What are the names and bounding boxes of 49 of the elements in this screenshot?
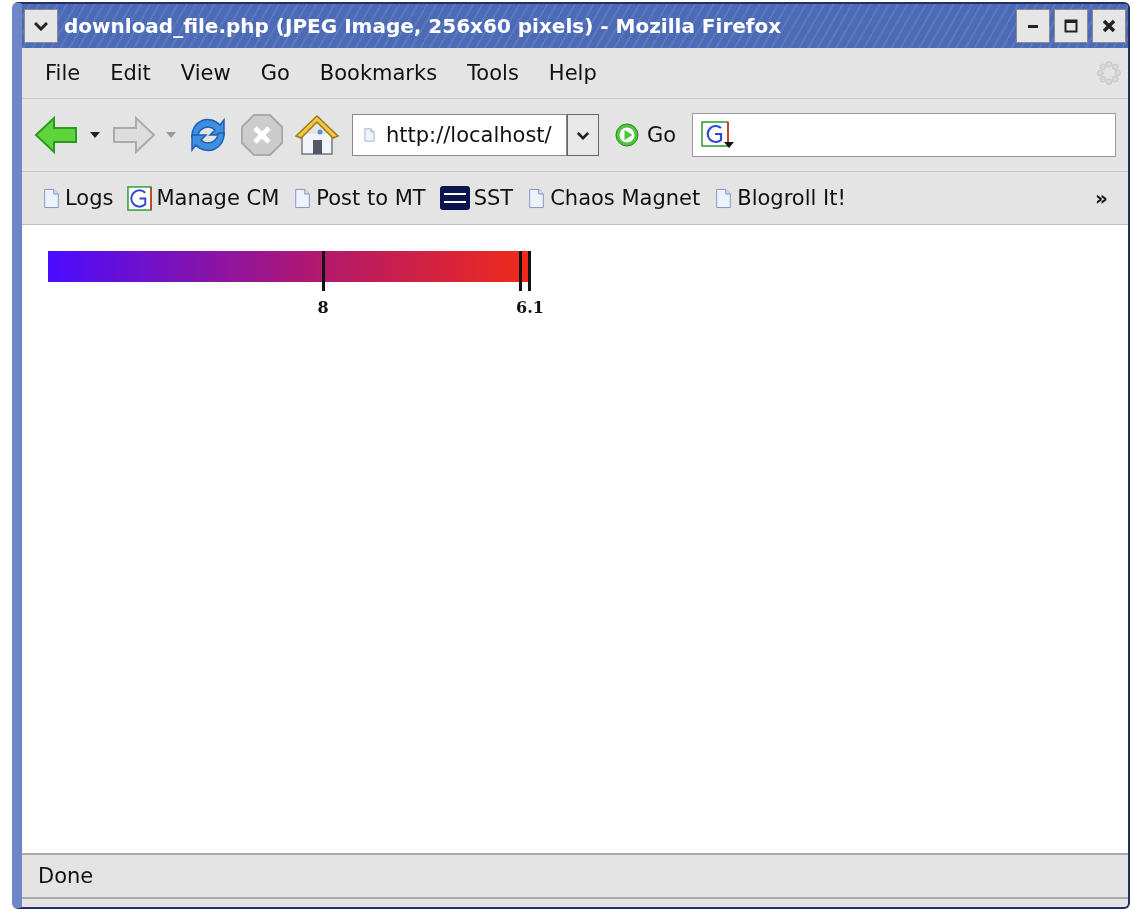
address-field[interactable]: http://localhost/ (352, 114, 567, 156)
bookmark-item[interactable]: Blogroll It! (714, 186, 856, 210)
status-text: Done (38, 864, 94, 888)
menu-item[interactable]: Edit (95, 61, 166, 85)
more-bookmarks-button[interactable]: » (1089, 185, 1114, 211)
home-button[interactable] (292, 112, 342, 158)
maximize-icon (1064, 19, 1078, 33)
chevron-down-icon (34, 21, 48, 31)
minimize-icon (1028, 24, 1038, 28)
bookmark-item[interactable]: Logs (42, 186, 124, 210)
page-icon (363, 125, 376, 145)
menu-item[interactable]: Go (245, 61, 305, 85)
go-button[interactable]: Go (605, 123, 687, 147)
search-field[interactable] (692, 113, 1116, 157)
left-arrow-icon (34, 115, 80, 155)
maximize-button[interactable] (1054, 9, 1088, 43)
menu-item[interactable]: File (30, 61, 96, 85)
window-title: download_file.php (JPEG Image, 256x60 pixels) - Mozilla Firefox (64, 14, 783, 38)
right-arrow-icon (110, 115, 156, 155)
back-menu-button[interactable] (88, 132, 102, 138)
menu-item[interactable]: Tools (452, 61, 534, 85)
tick-label: 6.1 (516, 298, 544, 317)
chevron-down-icon (577, 130, 589, 140)
close-button[interactable] (1092, 9, 1126, 43)
bookmark-item[interactable]: Chaos Magnet (527, 186, 711, 210)
page-icon (293, 187, 313, 209)
sst-logo-icon (439, 186, 470, 210)
bookmark-item[interactable]: SST (439, 186, 524, 210)
window-menu-button[interactable] (24, 9, 58, 43)
page-icon (714, 187, 734, 209)
menu-item[interactable]: Bookmarks (304, 61, 453, 85)
google-g-icon (127, 185, 153, 211)
caret-down-icon (166, 132, 176, 138)
menu-item[interactable]: Help (533, 61, 612, 85)
menu-item[interactable]: View (165, 61, 246, 85)
page-icon (527, 187, 547, 209)
throbber-icon (1096, 60, 1122, 86)
google-g-icon (701, 121, 736, 149)
tick-label: 8 (317, 298, 329, 317)
dropdown-button[interactable] (567, 114, 599, 156)
stop-icon (240, 113, 284, 157)
page-icon (42, 187, 61, 209)
close-icon (1102, 19, 1116, 33)
minimize-button[interactable] (1016, 9, 1050, 43)
play-icon (615, 123, 639, 147)
caret-down-icon (90, 132, 100, 138)
bookmark-item[interactable]: Manage CM (127, 185, 290, 211)
house-icon (294, 112, 340, 158)
bookmark-item[interactable]: Post to MT (293, 186, 436, 210)
